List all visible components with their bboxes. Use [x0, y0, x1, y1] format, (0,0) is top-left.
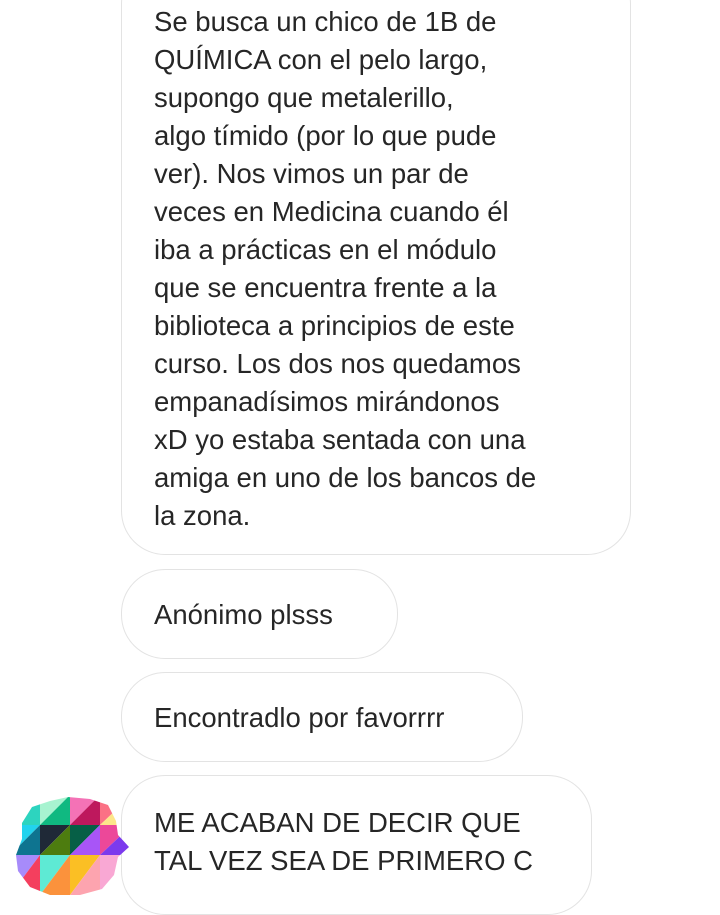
message-bubble[interactable]: Se busca un chico de 1B de QUÍMICA con e… — [121, 0, 631, 555]
message-text: Se busca un chico de 1B de QUÍMICA con e… — [154, 6, 537, 531]
message-bubble[interactable]: Encontradlo por favorrrr — [121, 672, 523, 762]
message-text: Encontradlo por favorrrr — [154, 702, 445, 733]
avatar[interactable] — [10, 795, 132, 895]
message-text: Anónimo plsss — [154, 599, 333, 630]
message-text: ME ACABAN DE DECIR QUE TAL VEZ SEA DE PR… — [154, 807, 533, 876]
message-bubble[interactable]: Anónimo plsss — [121, 569, 398, 659]
message-bubble[interactable]: ME ACABAN DE DECIR QUE TAL VEZ SEA DE PR… — [121, 775, 592, 915]
